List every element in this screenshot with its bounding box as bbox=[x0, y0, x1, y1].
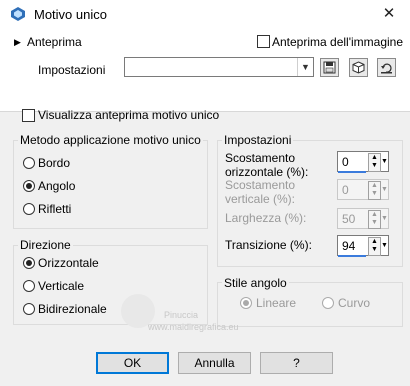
chevron-down-icon[interactable]: ▼ bbox=[381, 237, 388, 254]
save-preset-button[interactable] bbox=[320, 58, 339, 77]
direction-radio-verticale[interactable] bbox=[23, 280, 35, 292]
reset-defaults-button[interactable] bbox=[377, 58, 396, 77]
image-preview-label[interactable]: Anteprima dell'immagine bbox=[272, 35, 403, 49]
close-icon[interactable]: ✕ bbox=[378, 4, 400, 24]
method-option-bordo[interactable]: Bordo bbox=[38, 156, 70, 170]
chevron-down-icon[interactable]: ▼ bbox=[297, 58, 313, 76]
method-radio-bordo[interactable] bbox=[23, 157, 35, 169]
corner-option-linear: Lineare bbox=[256, 296, 297, 310]
preview-toggle-label[interactable]: Anteprima bbox=[27, 35, 82, 49]
value-bar bbox=[338, 171, 366, 173]
show-preview-checkbox[interactable] bbox=[22, 109, 35, 122]
corner-radio-curve bbox=[322, 297, 334, 309]
method-radio-rifletti[interactable] bbox=[23, 203, 35, 215]
cancel-button[interactable]: Annulla bbox=[178, 352, 251, 374]
method-radio-angolo[interactable] bbox=[23, 180, 35, 192]
transition-spinner[interactable]: 94 ▲ ▼ ▼ bbox=[337, 235, 389, 257]
corner-radio-linear bbox=[240, 297, 252, 309]
spin-arrows-icon[interactable]: ▲ ▼ bbox=[368, 237, 381, 256]
spin-arrows-icon: ▲ ▼ bbox=[368, 181, 381, 200]
help-button[interactable]: ? bbox=[260, 352, 333, 374]
window-title: Motivo unico bbox=[34, 7, 107, 22]
settings-dropdown[interactable]: ▼ bbox=[124, 57, 314, 77]
watermark-name: Pinuccia bbox=[164, 310, 199, 320]
h-offset-value[interactable]: 0 bbox=[342, 155, 349, 169]
radio-selected-dot bbox=[26, 260, 32, 266]
width-spinner: 50 ▲ ▼ ▼ bbox=[337, 208, 389, 229]
v-offset-label: Scostamento verticale (%): bbox=[225, 178, 296, 206]
v-offset-spinner: 0 ▲ ▼ ▼ bbox=[337, 179, 389, 200]
reset-icon bbox=[381, 63, 392, 74]
value-bar bbox=[338, 255, 366, 257]
method-option-rifletti[interactable]: Rifletti bbox=[38, 202, 71, 216]
direction-radio-orizzontale[interactable] bbox=[23, 257, 35, 269]
watermark-url: www.maidiregrafica.eu bbox=[148, 322, 239, 332]
chevron-down-icon[interactable]: ▼ bbox=[381, 153, 388, 170]
corner-style-title: Stile angolo bbox=[222, 276, 289, 290]
direction-option-bidirezionale[interactable]: Bidirezionale bbox=[38, 302, 107, 316]
direction-option-orizzontale[interactable]: Orizzontale bbox=[38, 256, 99, 270]
radio-selected-dot bbox=[243, 300, 249, 306]
spin-arrows-icon: ▲ ▼ bbox=[368, 210, 381, 229]
app-icon bbox=[10, 7, 26, 21]
direction-option-verticale[interactable]: Verticale bbox=[38, 279, 84, 293]
ok-button[interactable]: OK bbox=[96, 352, 169, 374]
method-group-title: Metodo applicazione motivo unico bbox=[18, 133, 203, 147]
transition-label: Transizione (%): bbox=[225, 238, 312, 252]
radio-selected-dot bbox=[26, 183, 32, 189]
method-option-angolo[interactable]: Angolo bbox=[38, 179, 75, 193]
h-offset-spinner[interactable]: 0 ▲ ▼ ▼ bbox=[337, 151, 389, 173]
direction-group-title: Direzione bbox=[18, 238, 73, 252]
spin-arrows-icon[interactable]: ▲ ▼ bbox=[368, 153, 381, 172]
show-preview-label[interactable]: Visualizza anteprima motivo unico bbox=[38, 108, 219, 122]
preset-manager-button[interactable] bbox=[349, 58, 368, 77]
corner-option-curve: Curvo bbox=[338, 296, 371, 310]
h-offset-label: Scostamento orizzontale (%): bbox=[225, 151, 309, 179]
width-label: Larghezza (%): bbox=[225, 211, 307, 225]
v-offset-value: 0 bbox=[342, 183, 349, 197]
floppy-disk-icon bbox=[323, 61, 336, 74]
settings-label: Impostazioni bbox=[38, 63, 106, 77]
width-value: 50 bbox=[342, 212, 356, 226]
cube-icon bbox=[352, 61, 365, 74]
transition-value[interactable]: 94 bbox=[342, 239, 355, 253]
image-preview-checkbox[interactable] bbox=[257, 35, 270, 48]
expand-arrow-icon[interactable]: ▶ bbox=[14, 37, 21, 48]
direction-radio-bidirezionale[interactable] bbox=[23, 303, 35, 315]
chevron-down-icon: ▼ bbox=[381, 215, 388, 222]
settings-group-title: Impostazioni bbox=[222, 133, 294, 147]
chevron-down-icon: ▼ bbox=[381, 186, 388, 193]
